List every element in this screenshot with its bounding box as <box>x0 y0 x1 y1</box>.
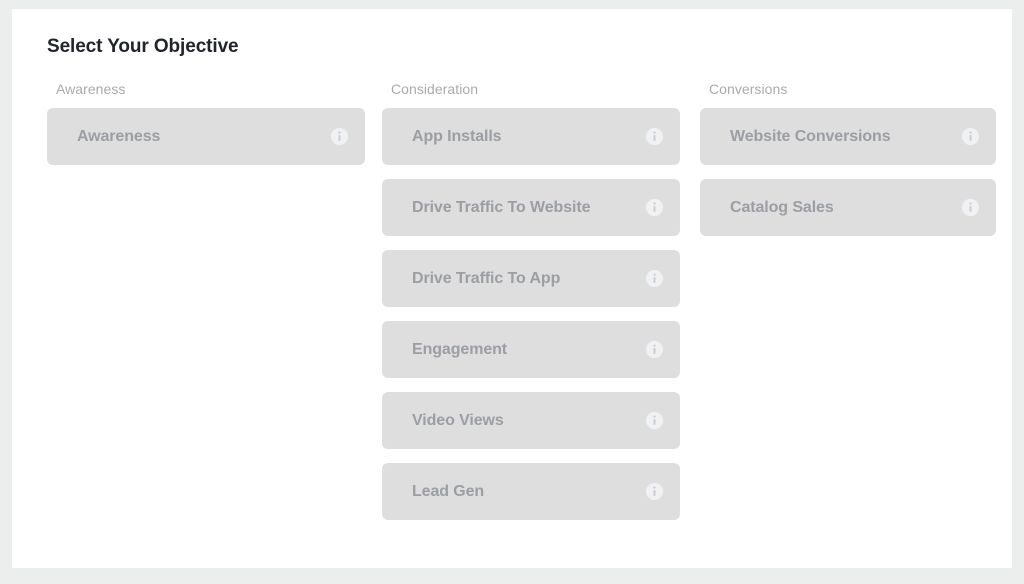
objective-card-drive-traffic-to-website[interactable]: Drive Traffic To Website <box>382 179 680 236</box>
objective-card-label: Website Conversions <box>730 127 891 145</box>
info-circle-icon[interactable] <box>646 341 663 358</box>
objective-card-drive-traffic-to-app[interactable]: Drive Traffic To App <box>382 250 680 307</box>
page-title: Select Your Objective <box>47 36 239 57</box>
info-circle-icon[interactable] <box>646 199 663 216</box>
objective-card-label: Drive Traffic To Website <box>412 198 591 216</box>
objective-card-engagement[interactable]: Engagement <box>382 321 680 378</box>
column-header-awareness: Awareness <box>56 81 126 97</box>
objective-card-label: App Installs <box>412 127 502 145</box>
objective-card-lead-gen[interactable]: Lead Gen <box>382 463 680 520</box>
objective-column-consideration: Consideration App Installs Drive Traffic… <box>382 81 680 534</box>
objective-column-awareness: Awareness Awareness <box>47 81 365 534</box>
info-circle-icon[interactable] <box>331 128 348 145</box>
objective-card-label: Awareness <box>77 127 161 145</box>
info-circle-icon[interactable] <box>962 199 979 216</box>
objective-card-label: Video Views <box>412 411 504 429</box>
info-circle-icon[interactable] <box>646 412 663 429</box>
info-circle-icon[interactable] <box>646 483 663 500</box>
objective-card-label: Engagement <box>412 340 508 358</box>
objective-card-label: Catalog Sales <box>730 198 834 216</box>
objective-panel: Select Your Objective Awareness Awarenes… <box>12 9 1012 568</box>
info-circle-icon[interactable] <box>646 270 663 287</box>
objective-card-label: Lead Gen <box>412 482 485 500</box>
objective-card-app-installs[interactable]: App Installs <box>382 108 680 165</box>
column-header-conversions: Conversions <box>709 81 788 97</box>
objective-card-video-views[interactable]: Video Views <box>382 392 680 449</box>
objective-column-conversions: Conversions Website Conversions Catalog … <box>700 81 996 534</box>
objective-card-website-conversions[interactable]: Website Conversions <box>700 108 996 165</box>
info-circle-icon[interactable] <box>962 128 979 145</box>
objective-card-catalog-sales[interactable]: Catalog Sales <box>700 179 996 236</box>
objective-card-awareness[interactable]: Awareness <box>47 108 365 165</box>
column-header-consideration: Consideration <box>391 81 479 97</box>
objective-columns: Awareness Awareness Consideration App In… <box>12 81 1012 534</box>
info-circle-icon[interactable] <box>646 128 663 145</box>
objective-card-label: Drive Traffic To App <box>412 269 561 287</box>
